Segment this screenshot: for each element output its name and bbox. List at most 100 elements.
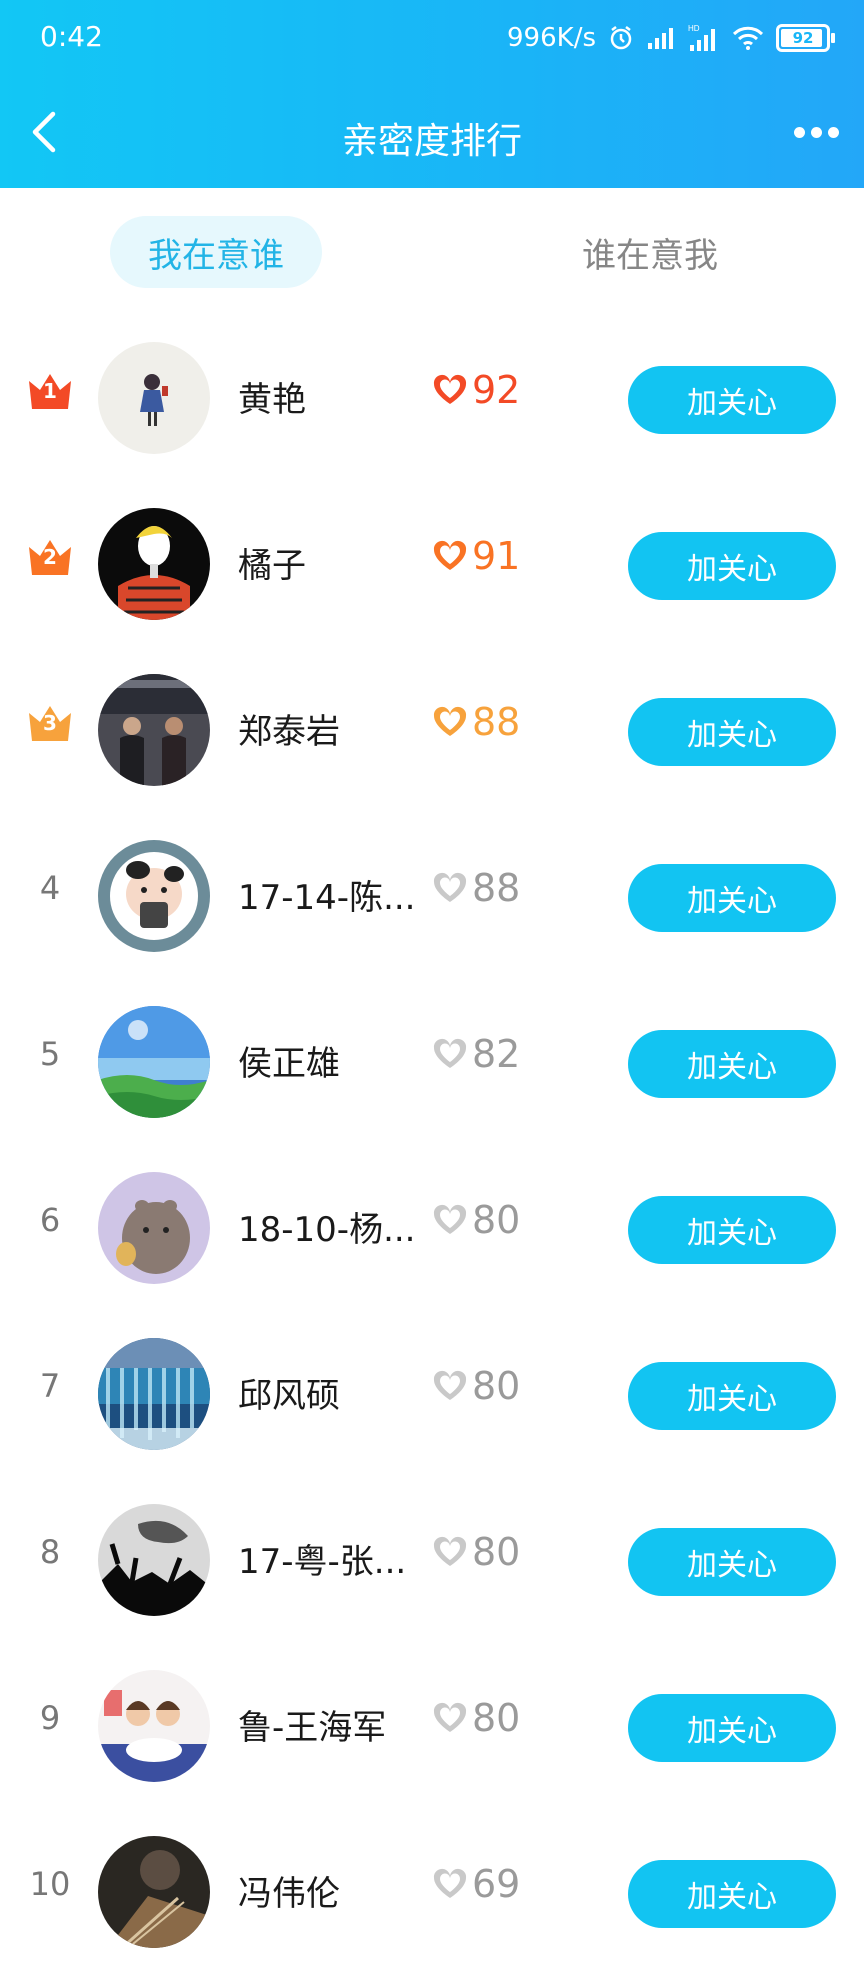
heart-icon (432, 1536, 468, 1568)
score-value: 92 (472, 368, 521, 412)
rank-number: 4 (39, 869, 61, 907)
list-item[interactable]: 8 17-粤-张... 80 加关心 (0, 1478, 864, 1644)
rank-number: 3 (43, 711, 57, 735)
crown-rank-badge: 1 (22, 362, 78, 418)
heart-icon (432, 1868, 468, 1900)
crown-icon: 2 (26, 535, 74, 577)
status-bar: 0:42 996K/s HD 92 (0, 0, 864, 76)
svg-text:HD: HD (688, 24, 700, 33)
rank: 6 (22, 1192, 78, 1248)
add-care-button[interactable]: 加关心 (628, 1528, 836, 1596)
friend-name: 鲁-王海军 (238, 1708, 387, 1748)
battery-level: 92 (792, 29, 814, 47)
avatar[interactable] (98, 1836, 210, 1948)
list-item[interactable]: 1 黄艳 92 加关心 (0, 316, 864, 482)
rank-number: 7 (39, 1367, 61, 1405)
header: 0:42 996K/s HD 92 亲密度排行 (0, 0, 864, 188)
intimacy-score: 82 (432, 1032, 520, 1076)
heart-icon (432, 706, 468, 738)
list-item[interactable]: 6 18-10-杨... 80 加关心 (0, 1146, 864, 1312)
add-care-button[interactable]: 加关心 (628, 532, 836, 600)
tab-bar: 我在意谁 谁在意我 (0, 188, 864, 300)
more-icon (793, 126, 805, 138)
add-care-button[interactable]: 加关心 (628, 1860, 836, 1928)
list-item[interactable]: 2 橘子 91 加关心 (0, 482, 864, 648)
friend-name: 侯正雄 (238, 1044, 340, 1084)
intimacy-score: 80 (432, 1364, 520, 1408)
crown-icon: 3 (26, 701, 74, 743)
list-item[interactable]: 4 17-14-陈... 88 加关心 (0, 814, 864, 980)
heart-icon (432, 1702, 468, 1734)
list-item[interactable]: 5 侯正雄 82 加关心 (0, 980, 864, 1146)
rank-number: 9 (39, 1699, 61, 1737)
rank-number: 5 (39, 1035, 61, 1073)
avatar[interactable] (98, 1338, 210, 1450)
crown-rank-badge: 3 (22, 694, 78, 750)
heart-icon (432, 374, 468, 406)
more-button[interactable] (786, 112, 846, 152)
nav-bar: 亲密度排行 (0, 76, 864, 188)
avatar[interactable] (98, 342, 210, 454)
add-care-button[interactable]: 加关心 (628, 698, 836, 766)
friend-name: 18-10-杨... (238, 1210, 416, 1250)
score-value: 80 (472, 1198, 521, 1242)
avatar[interactable] (98, 674, 210, 786)
score-value: 80 (472, 1364, 521, 1408)
heart-icon (432, 872, 468, 904)
alarm-icon (608, 22, 634, 54)
score-value: 80 (472, 1696, 521, 1740)
add-care-button[interactable]: 加关心 (628, 1362, 836, 1430)
intimacy-score: 88 (432, 866, 520, 910)
intimacy-score: 80 (432, 1696, 520, 1740)
rank: 8 (22, 1524, 78, 1580)
list-item[interactable]: 3 郑泰岩 88 加关心 (0, 648, 864, 814)
wifi-icon (732, 22, 764, 54)
tab-who-cares-about-me[interactable]: 谁在意我 (560, 216, 740, 288)
list-item[interactable]: 10 冯伟伦 69 加关心 (0, 1810, 864, 1976)
add-care-button[interactable]: 加关心 (628, 864, 836, 932)
avatar[interactable] (98, 1172, 210, 1284)
signal-icon (646, 22, 676, 54)
heart-icon (432, 1370, 468, 1402)
avatar[interactable] (98, 508, 210, 620)
list-item[interactable]: 9 鲁-王海军 80 加关心 (0, 1644, 864, 1810)
avatar[interactable] (98, 1504, 210, 1616)
friend-name: 冯伟伦 (238, 1874, 340, 1914)
tab-i-care-about[interactable]: 我在意谁 (110, 216, 322, 288)
status-icons: 996K/s HD 92 (507, 20, 835, 56)
avatar[interactable] (98, 840, 210, 952)
rank-number: 2 (43, 545, 57, 569)
rank-number: 8 (39, 1533, 61, 1571)
intimacy-score: 92 (432, 368, 520, 412)
avatar[interactable] (98, 1006, 210, 1118)
battery-icon: 92 (776, 24, 835, 52)
score-value: 69 (472, 1862, 521, 1906)
add-care-button[interactable]: 加关心 (628, 1030, 836, 1098)
rank: 7 (22, 1358, 78, 1414)
rank-number: 1 (43, 379, 57, 403)
add-care-button[interactable]: 加关心 (628, 1694, 836, 1762)
intimacy-score: 69 (432, 1862, 520, 1906)
score-value: 82 (472, 1032, 521, 1076)
add-care-button[interactable]: 加关心 (628, 366, 836, 434)
friend-name: 郑泰岩 (238, 712, 340, 752)
rank: 4 (22, 860, 78, 916)
add-care-button[interactable]: 加关心 (628, 1196, 836, 1264)
avatar[interactable] (98, 1670, 210, 1782)
intimacy-score: 80 (432, 1198, 520, 1242)
friend-name: 橘子 (238, 546, 306, 586)
hd-signal-icon: HD (688, 22, 720, 54)
intimacy-score: 80 (432, 1530, 520, 1574)
friend-name: 17-粤-张... (238, 1542, 407, 1582)
crown-icon: 1 (26, 369, 74, 411)
rank-number: 6 (39, 1201, 61, 1239)
score-value: 80 (472, 1530, 521, 1574)
friend-name: 17-14-陈... (238, 878, 416, 918)
score-value: 88 (472, 866, 521, 910)
rank: 5 (22, 1026, 78, 1082)
rank: 9 (22, 1690, 78, 1746)
friend-name: 黄艳 (238, 380, 306, 420)
heart-icon (432, 1038, 468, 1070)
heart-icon (432, 540, 468, 572)
list-item[interactable]: 7 邱风硕 80 加关心 (0, 1312, 864, 1478)
